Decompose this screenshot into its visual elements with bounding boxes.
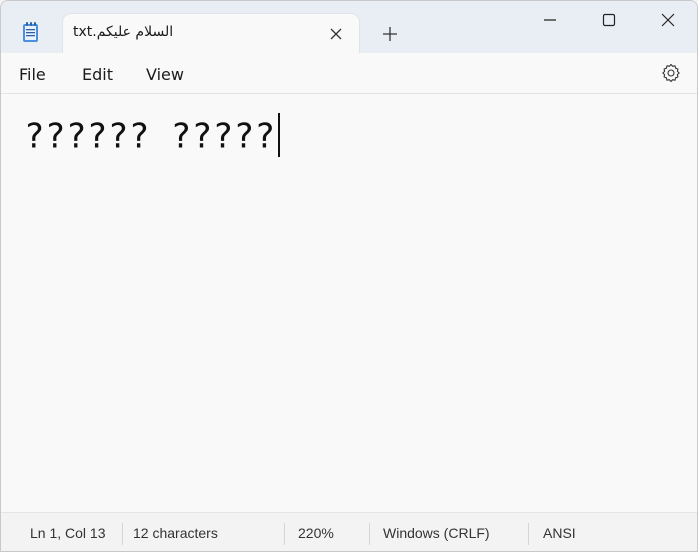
editor-content[interactable]: ?????? ????? — [24, 113, 280, 160]
maximize-icon[interactable] — [589, 9, 629, 31]
tab-document[interactable]: السلام عليكم.txt — [63, 14, 359, 53]
tab-title: السلام عليكم.txt — [73, 24, 174, 40]
status-characters: 12 characters — [133, 525, 218, 541]
status-divider — [369, 523, 370, 545]
notepad-window: السلام عليكم.txt File Edit View ?????? ?… — [0, 0, 698, 552]
status-divider — [528, 523, 529, 545]
status-divider — [284, 523, 285, 545]
menu-edit[interactable]: Edit — [82, 65, 113, 84]
status-zoom[interactable]: 220% — [298, 525, 334, 541]
menu-view[interactable]: View — [146, 65, 184, 84]
notepad-icon — [21, 21, 41, 43]
status-divider — [122, 523, 123, 545]
gear-icon[interactable] — [661, 63, 681, 83]
text-caret — [277, 113, 280, 157]
status-bar: Ln 1, Col 13 12 characters 220% Windows … — [1, 512, 697, 551]
menu-file[interactable]: File — [19, 65, 46, 84]
status-position: Ln 1, Col 13 — [30, 525, 106, 541]
minimize-icon[interactable] — [530, 9, 570, 31]
close-icon[interactable] — [329, 26, 343, 40]
text-editor[interactable]: ?????? ????? — [1, 94, 697, 512]
status-line-ending[interactable]: Windows (CRLF) — [383, 525, 490, 541]
plus-icon[interactable] — [379, 23, 401, 45]
menu-bar: File Edit View — [1, 53, 697, 94]
editor-text: ?????? ????? — [24, 116, 276, 157]
close-icon[interactable] — [648, 9, 688, 31]
title-bar: السلام عليكم.txt — [1, 1, 697, 53]
status-encoding[interactable]: ANSI — [543, 525, 576, 541]
